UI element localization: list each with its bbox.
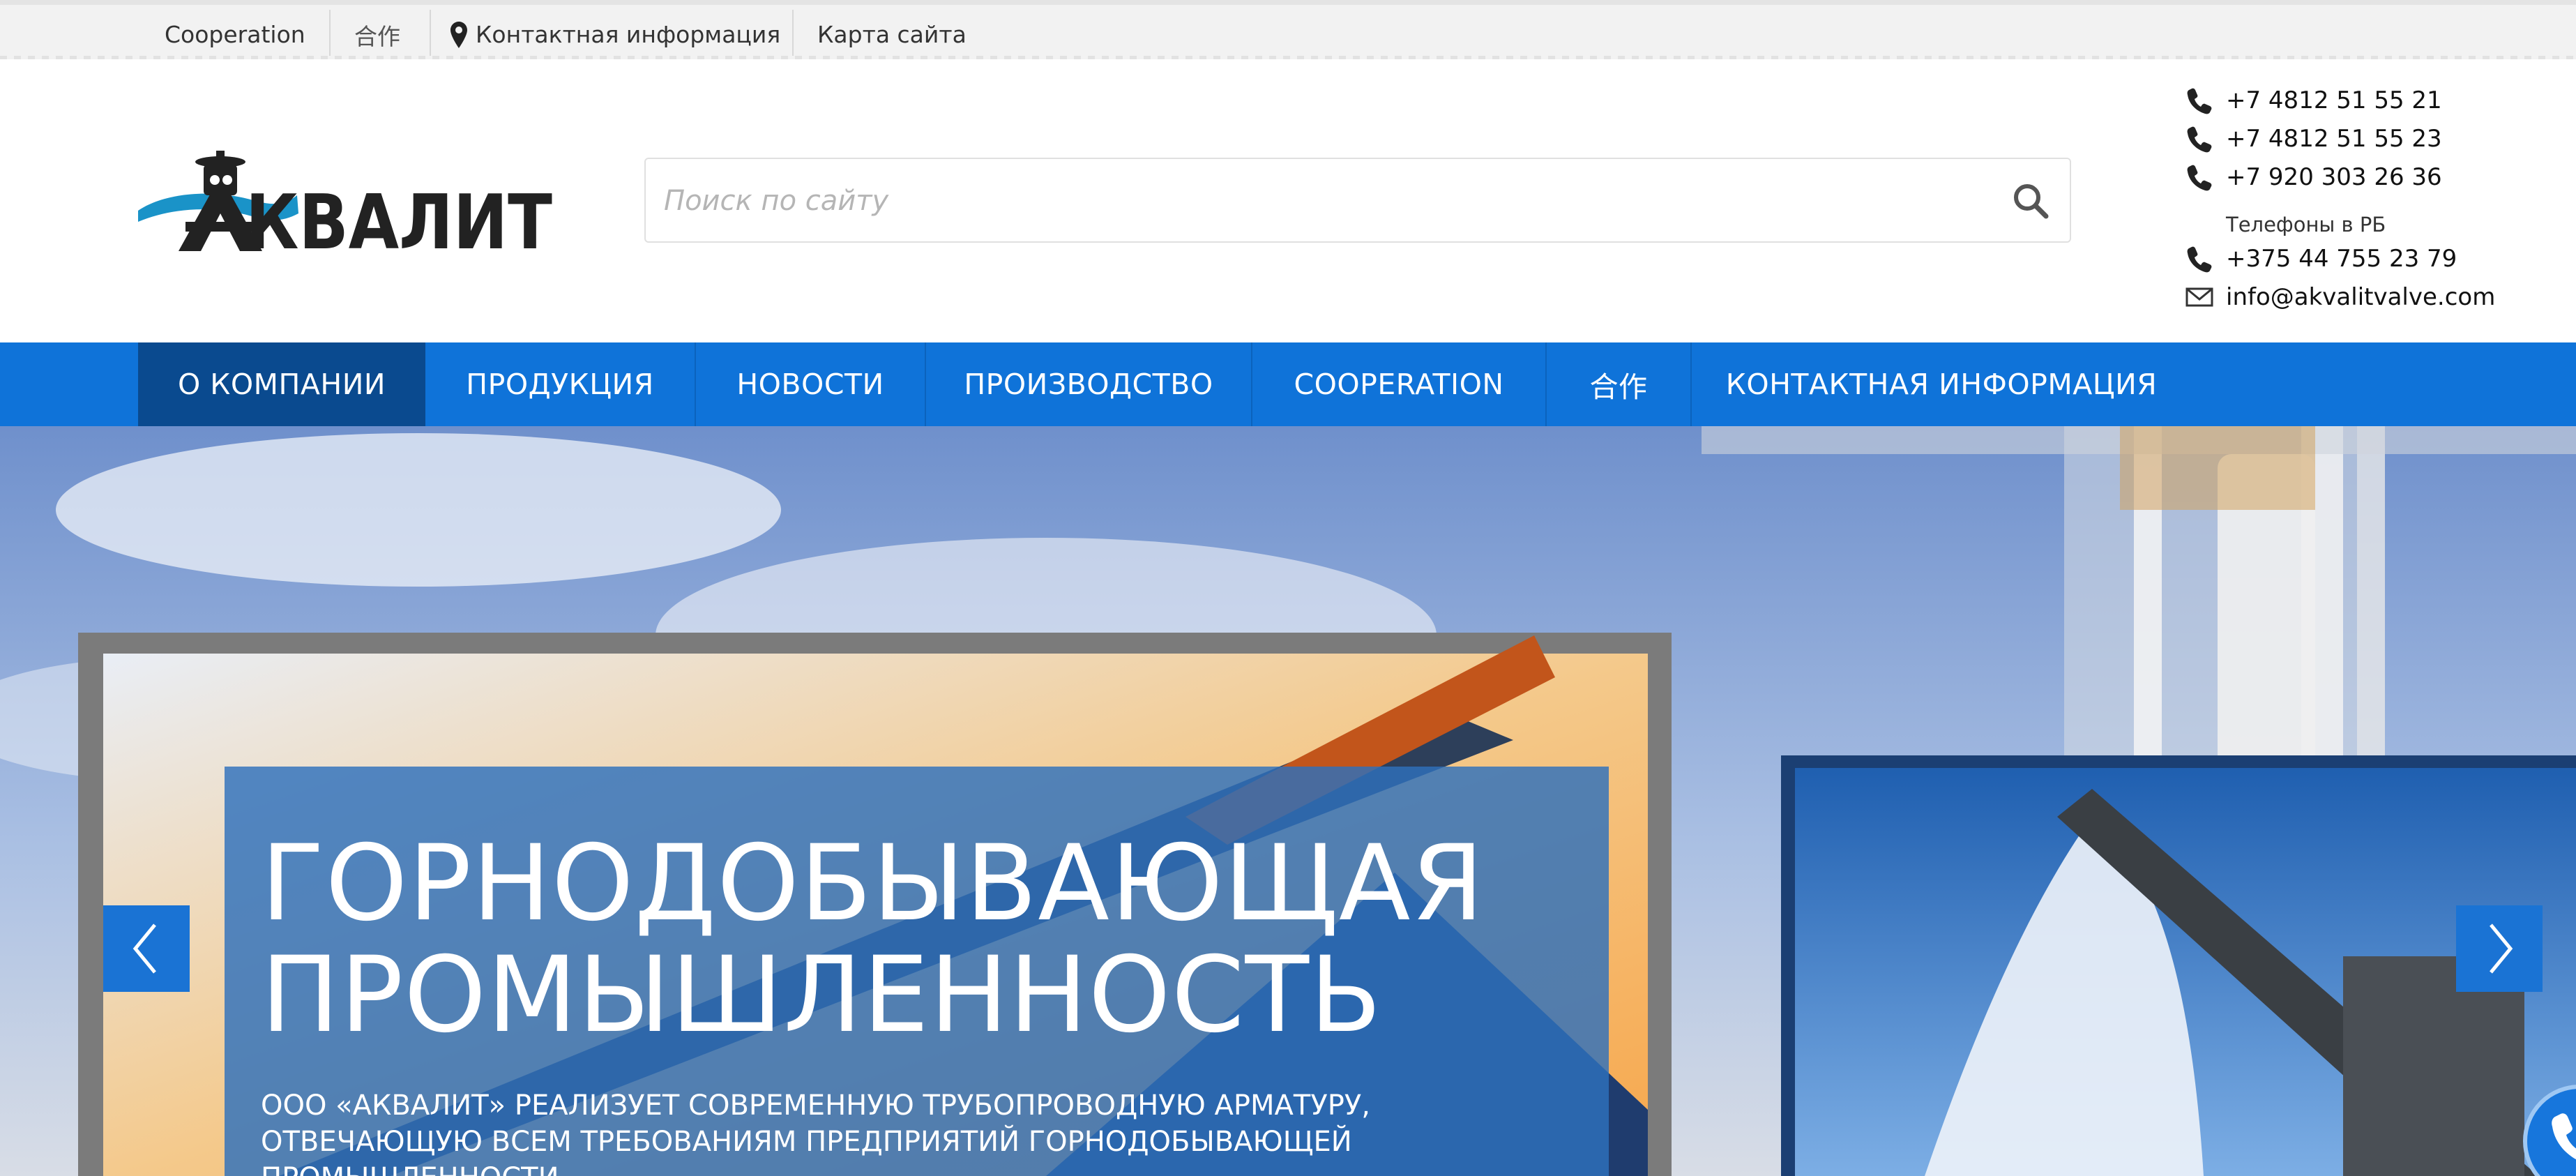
- nav-item-hezuo[interactable]: 合作: [1547, 342, 1690, 426]
- contact-phone-rb[interactable]: +375 44 755 23 79: [2185, 245, 2457, 273]
- top-utility-bar: Cooperation 合作 Контактная информация Кар…: [0, 0, 2576, 59]
- slide-title: ГОРНОДОБЫВАЮЩАЯ ПРОМЫШЛЕННОСТЬ: [261, 828, 1586, 1051]
- envelope-icon: [2185, 287, 2213, 307]
- slide-description: ООО «АКВАЛИТ» РЕАЛИЗУЕТ СОВРЕМЕННУЮ ТРУБ…: [261, 1087, 1600, 1176]
- phone-icon: [2187, 165, 2212, 191]
- slide-title-line: ПРОМЫШЛЕННОСТЬ: [261, 935, 1382, 1056]
- hero-slider: ГОРНОДОБЫВАЮЩАЯ ПРОМЫШЛЕННОСТЬ ООО «АКВА…: [0, 426, 2576, 1176]
- contact-phone-3[interactable]: +7 920 303 26 36: [2185, 163, 2442, 191]
- phone-icon: [2187, 246, 2212, 273]
- phone-callback-icon: [2552, 1113, 2576, 1160]
- topbar-link-hezuo[interactable]: 合作: [354, 10, 400, 59]
- nav-item-cooperation[interactable]: COOPERATION: [1252, 342, 1545, 426]
- main-navigation: О КОМПАНИИ ПРОДУКЦИЯ НОВОСТИ ПРОИЗВОДСТВ…: [0, 342, 2576, 426]
- slide-text-line: ООО «АКВАЛИТ» РЕАЛИЗУЕТ СОВРЕМЕННУЮ ТРУБ…: [261, 1090, 1370, 1122]
- phone-number: +375 44 755 23 79: [2226, 245, 2457, 273]
- slide-title-line: ГОРНОДОБЫВАЮЩАЯ: [261, 823, 1485, 944]
- phone-number: +7 4812 51 55 21: [2226, 86, 2442, 114]
- topbar-divider: [430, 10, 431, 59]
- phone-icon: [2187, 88, 2212, 114]
- contact-email[interactable]: info@akvalitvalve.com: [2185, 283, 2495, 311]
- arrow-right-icon: [2490, 924, 2513, 974]
- slide-text-line: ОТВЕЧАЮЩУЮ ВСЕМ ТРЕБОВАНИЯМ ПРЕДПРИЯТИЙ …: [261, 1126, 1352, 1176]
- phone-icon: [2187, 126, 2212, 153]
- topbar-link-contacts[interactable]: Контактная информация: [450, 10, 780, 59]
- search-icon[interactable]: [2011, 181, 2050, 220]
- search-input[interactable]: [662, 159, 1955, 243]
- phone-number: +7 920 303 26 36: [2226, 163, 2442, 191]
- topbar-link-cooperation[interactable]: Cooperation: [165, 10, 305, 59]
- email-address: info@akvalitvalve.com: [2226, 283, 2496, 311]
- rb-phones-label: Телефоны в РБ: [2226, 213, 2386, 236]
- site-logo[interactable]: КВАЛИТ: [137, 146, 555, 266]
- topbar-contacts-label: Контактная информация: [476, 21, 781, 48]
- arrow-left-icon: [132, 924, 156, 974]
- nav-item-products[interactable]: ПРОДУКЦИЯ: [425, 342, 695, 426]
- nav-item-contacts[interactable]: КОНТАКТНАЯ ИНФОРМАЦИЯ: [1692, 342, 2191, 426]
- topbar-divider: [329, 10, 331, 59]
- slider-next-button[interactable]: [2456, 905, 2543, 992]
- contact-phone-2[interactable]: +7 4812 51 55 23: [2185, 125, 2442, 153]
- topbar-divider: [792, 10, 794, 59]
- topbar-link-sitemap[interactable]: Карта сайта: [817, 10, 967, 59]
- phone-number: +7 4812 51 55 23: [2226, 125, 2442, 153]
- slider-prev-button[interactable]: [103, 905, 190, 992]
- nav-item-production[interactable]: ПРОИЗВОДСТВО: [926, 342, 1251, 426]
- svg-text:КВАЛИТ: КВАЛИТ: [245, 179, 552, 258]
- contact-phone-1[interactable]: +7 4812 51 55 21: [2185, 86, 2442, 114]
- map-pin-icon: [450, 21, 467, 48]
- site-search: [644, 158, 2071, 243]
- nav-item-news[interactable]: НОВОСТИ: [696, 342, 925, 426]
- akvalit-logo-graphic: КВАЛИТ: [138, 151, 552, 266]
- slide-caption: ГОРНОДОБЫВАЮЩАЯ ПРОМЫШЛЕННОСТЬ ООО «АКВА…: [225, 767, 1609, 1176]
- nav-item-about[interactable]: О КОМПАНИИ: [138, 342, 425, 426]
